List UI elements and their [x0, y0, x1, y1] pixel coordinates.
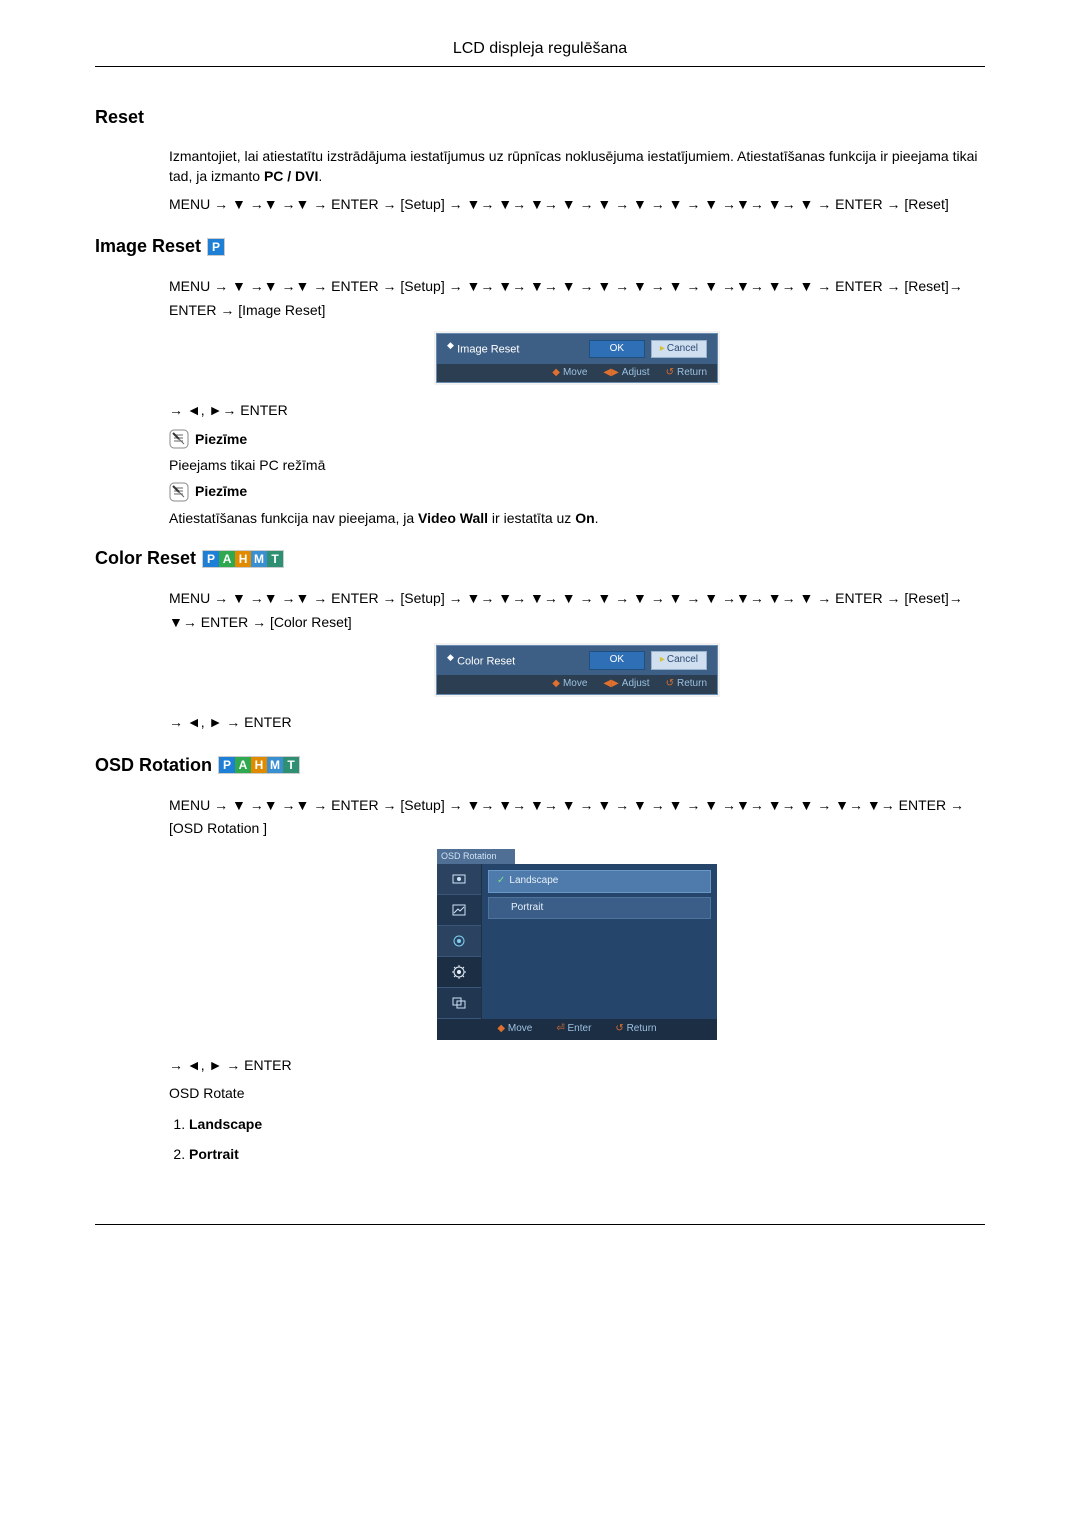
badge-t-icon: T — [267, 551, 283, 567]
bold-text: PC / DVI — [264, 168, 318, 184]
badge-h-icon: H — [235, 551, 251, 567]
osd-ok-button[interactable]: OK — [589, 651, 645, 670]
rot-footer-move: ◆ Move — [497, 1022, 532, 1037]
side-icon-sound[interactable] — [437, 926, 481, 957]
osd-cancel-button[interactable]: ▸Cancel — [651, 340, 707, 359]
option-label: Landscape — [509, 874, 558, 889]
label: Cancel — [667, 343, 698, 354]
side-icon-input[interactable] — [437, 864, 481, 895]
reset-paragraph: Izmantojiet, lai atiestatītu izstrādājum… — [169, 146, 985, 187]
image-reset-nav-2: → ◄, ►→ ENTER — [169, 399, 985, 423]
image-reset-osd-dialog: ◆ Image Reset OK ▸Cancel ◆Move ◀▶Adjust … — [436, 333, 718, 383]
heading-text: OSD Rotation — [95, 755, 212, 776]
osd-ok-button[interactable]: OK — [589, 340, 645, 359]
badge-t-icon: T — [283, 757, 299, 773]
badge-p-icon: P — [208, 239, 224, 255]
osd-side-icon-strip — [437, 864, 482, 1019]
section-heading-osd-rotation: OSD Rotation P A H M T — [95, 755, 985, 776]
bold-text: Video Wall — [418, 510, 488, 526]
heading-text: Reset — [95, 107, 144, 128]
source-badges: P A H M T — [218, 756, 300, 774]
badge-m-icon: M — [267, 757, 283, 773]
label: Cancel — [667, 654, 698, 665]
rot-footer-enter: ⏎ Enter — [556, 1022, 591, 1037]
note-row: Piezīme — [169, 429, 985, 449]
heading-text: Color Reset — [95, 548, 196, 569]
osd-rotation-nav-2: → ◄, ► → ENTER — [169, 1054, 985, 1078]
source-badges: P A H M T — [202, 550, 284, 568]
text: . — [318, 168, 322, 184]
osd-rotation-nav-1: MENU → ▼ →▼ →▼ → ENTER → [Setup] → ▼→ ▼→… — [169, 794, 985, 842]
osd-title: Image Reset — [457, 344, 519, 356]
highlight-dot-icon: ◆ — [447, 340, 454, 350]
note-label: Piezīme — [195, 481, 247, 501]
osd-rotation-tab-label: OSD Rotation — [437, 849, 515, 864]
osd-rotation-menu: OSD Rotation — [437, 849, 717, 1040]
badge-p-icon: P — [203, 551, 219, 567]
side-icon-multi[interactable] — [437, 988, 481, 1019]
osd-footer-return: ↺Return — [666, 677, 707, 692]
option-label: Landscape — [189, 1116, 262, 1132]
footer-rule — [95, 1224, 985, 1225]
text: . — [595, 510, 599, 526]
badge-h-icon: H — [251, 757, 267, 773]
side-icon-setup[interactable] — [437, 957, 481, 988]
note-text-1: Pieejams tikai PC režīmā — [169, 455, 985, 475]
section-heading-image-reset: Image Reset P — [95, 236, 985, 257]
page-header-title: LCD displeja regulēšana — [95, 40, 985, 67]
rotation-option-portrait[interactable]: Portrait — [488, 897, 711, 920]
osd-cancel-button[interactable]: ▸Cancel — [651, 651, 707, 670]
rot-footer-return: ↺ Return — [615, 1022, 656, 1037]
badge-a-icon: A — [235, 757, 251, 773]
color-reset-nav-1: MENU → ▼ →▼ →▼ → ENTER → [Setup] → ▼→ ▼→… — [169, 587, 985, 635]
color-reset-osd-dialog: ◆ Color Reset OK ▸Cancel ◆Move ◀▶Adjust … — [436, 645, 718, 695]
text: Atiestatīšanas funkcija nav pieejama, ja — [169, 510, 418, 526]
note-icon — [169, 429, 189, 449]
osd-rotate-label: OSD Rotate — [169, 1083, 985, 1103]
osd-footer-adjust: ◀▶Adjust — [603, 677, 649, 692]
reset-nav-sequence: MENU → ▼ →▼ →▼ → ENTER → [Setup] → ▼→ ▼→… — [169, 193, 985, 217]
osd-footer-move: ◆Move — [552, 677, 587, 692]
option-label: Portrait — [189, 1146, 239, 1162]
side-icon-picture[interactable] — [437, 895, 481, 926]
color-reset-nav-2: → ◄, ► → ENTER — [169, 711, 985, 735]
image-reset-nav-1: MENU → ▼ →▼ →▼ → ENTER → [Setup] → ▼→ ▼→… — [169, 275, 985, 323]
note-row: Piezīme — [169, 481, 985, 501]
heading-text: Image Reset — [95, 236, 201, 257]
badge-m-icon: M — [251, 551, 267, 567]
badge-p-icon: P — [219, 757, 235, 773]
osd-rotation-options-list: Landscape Portrait — [189, 1114, 985, 1165]
text: ir iestatīta uz — [488, 510, 575, 526]
bold-text: On — [575, 510, 594, 526]
osd-footer-move: ◆Move — [552, 366, 587, 381]
source-badges: P — [207, 238, 225, 256]
section-heading-reset: Reset — [95, 107, 985, 128]
list-item: Portrait — [189, 1144, 985, 1164]
osd-footer-return: ↺Return — [666, 366, 707, 381]
badge-a-icon: A — [219, 551, 235, 567]
list-item: Landscape — [189, 1114, 985, 1134]
note-label: Piezīme — [195, 429, 247, 449]
check-icon: ✓ — [497, 874, 505, 889]
osd-title: Color Reset — [457, 655, 515, 667]
option-label: Portrait — [511, 901, 543, 916]
note-text-2: Atiestatīšanas funkcija nav pieejama, ja… — [169, 508, 985, 528]
rotation-option-landscape[interactable]: ✓ Landscape — [488, 870, 711, 893]
section-heading-color-reset: Color Reset P A H M T — [95, 548, 985, 569]
osd-footer-adjust: ◀▶Adjust — [603, 366, 649, 381]
highlight-dot-icon: ◆ — [447, 652, 454, 662]
note-icon — [169, 482, 189, 502]
